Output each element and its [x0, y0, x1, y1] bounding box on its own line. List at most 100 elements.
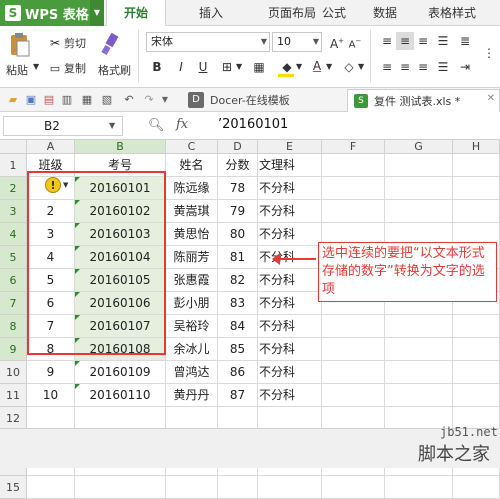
- cell-d8[interactable]: 84: [218, 315, 258, 338]
- column-header-h[interactable]: H: [453, 140, 500, 154]
- cell-d4[interactable]: 80: [218, 223, 258, 246]
- indent-icon[interactable]: ⇥: [456, 58, 474, 76]
- cell-e8[interactable]: 不分科: [258, 315, 322, 338]
- cell-b3[interactable]: 20160102: [75, 200, 166, 223]
- chevron-down-icon[interactable]: ▼: [90, 0, 104, 26]
- cell-a1[interactable]: 班级: [27, 154, 75, 177]
- cell-g9[interactable]: [385, 338, 453, 361]
- cell-a9[interactable]: 8: [27, 338, 75, 361]
- clear-dropdown-icon[interactable]: ▼: [358, 62, 364, 71]
- row-header-12[interactable]: 12: [0, 407, 27, 430]
- cell-a5[interactable]: 4: [27, 246, 75, 269]
- cell-b9[interactable]: 20160108: [75, 338, 166, 361]
- column-header-e[interactable]: E: [258, 140, 322, 154]
- format-brush-icon[interactable]: [98, 32, 126, 56]
- row-header-2[interactable]: 2: [0, 177, 27, 200]
- cell-f1[interactable]: [322, 154, 385, 177]
- export-pdf-icon[interactable]: ▤: [42, 93, 56, 107]
- underline-button[interactable]: U: [194, 58, 212, 76]
- cell-e3[interactable]: 不分科: [258, 200, 322, 223]
- cell-g2[interactable]: [385, 177, 453, 200]
- cell-f12[interactable]: [322, 407, 385, 430]
- cell-h2[interactable]: [453, 177, 500, 200]
- spellcheck-icon[interactable]: ▧: [100, 93, 114, 107]
- shrink-font-button[interactable]: A−: [346, 32, 364, 50]
- cell-a6[interactable]: 5: [27, 269, 75, 292]
- cell-e9[interactable]: 不分科: [258, 338, 322, 361]
- cell-d12[interactable]: [218, 407, 258, 430]
- print-icon[interactable]: ▥: [60, 93, 74, 107]
- cell-d15[interactable]: [218, 476, 258, 499]
- cell-b12[interactable]: [75, 407, 166, 430]
- cell-d10[interactable]: 86: [218, 361, 258, 384]
- row-header-6[interactable]: 6: [0, 269, 27, 292]
- cell-f10[interactable]: [322, 361, 385, 384]
- column-header-a[interactable]: A: [27, 140, 75, 154]
- cell-g8[interactable]: [385, 315, 453, 338]
- formula-input[interactable]: ’20160101: [218, 117, 288, 132]
- warning-icon[interactable]: !: [45, 177, 61, 193]
- close-icon[interactable]: ✕: [487, 93, 495, 104]
- cell-f2[interactable]: [322, 177, 385, 200]
- cell-b6[interactable]: 20160105: [75, 269, 166, 292]
- cell-g3[interactable]: [385, 200, 453, 223]
- cell-g10[interactable]: [385, 361, 453, 384]
- name-box[interactable]: B2: [3, 116, 123, 136]
- clear-format-icon[interactable]: ◇: [340, 58, 358, 76]
- cell-d9[interactable]: 85: [218, 338, 258, 361]
- cell-a15[interactable]: [27, 476, 75, 499]
- row-header-5[interactable]: 5: [0, 246, 27, 269]
- column-header-d[interactable]: D: [218, 140, 258, 154]
- border-dropdown-icon[interactable]: ▼: [236, 62, 242, 71]
- cell-h15[interactable]: [453, 476, 500, 499]
- name-box-dropdown-icon[interactable]: ▼: [109, 121, 115, 130]
- chevron-down-icon[interactable]: ▼: [158, 93, 172, 107]
- cell-b8[interactable]: 20160107: [75, 315, 166, 338]
- cell-e11[interactable]: 不分科: [258, 384, 322, 407]
- font-color-dropdown-icon[interactable]: ▼: [326, 62, 332, 71]
- cell-d5[interactable]: 81: [218, 246, 258, 269]
- column-header-b[interactable]: B: [75, 140, 166, 154]
- cell-b10[interactable]: 20160109: [75, 361, 166, 384]
- cell-f15[interactable]: [322, 476, 385, 499]
- tab-file-workbook[interactable]: S 复件 测试表.xls * ✕: [347, 89, 500, 112]
- cell-d11[interactable]: 87: [218, 384, 258, 407]
- cell-h9[interactable]: [453, 338, 500, 361]
- column-header-f[interactable]: F: [322, 140, 385, 154]
- paste-label[interactable]: 粘贴: [6, 62, 28, 78]
- cell-d7[interactable]: 83: [218, 292, 258, 315]
- warning-dropdown-icon[interactable]: ▼: [63, 181, 68, 189]
- cell-a12[interactable]: [27, 407, 75, 430]
- border-icon[interactable]: ⊞: [218, 58, 236, 76]
- cell-c9[interactable]: 余冰儿: [166, 338, 218, 361]
- more-icon[interactable]: ⋮: [480, 44, 498, 62]
- cell-c11[interactable]: 黄丹丹: [166, 384, 218, 407]
- row-header-3[interactable]: 3: [0, 200, 27, 223]
- row-header-8[interactable]: 8: [0, 315, 27, 338]
- cell-g1[interactable]: [385, 154, 453, 177]
- italic-button[interactable]: I: [172, 58, 190, 76]
- align-left-icon[interactable]: ≡: [378, 58, 396, 76]
- cell-a4[interactable]: 3: [27, 223, 75, 246]
- preview-icon[interactable]: ▦: [80, 93, 94, 107]
- cell-g15[interactable]: [385, 476, 453, 499]
- paste-dropdown-icon[interactable]: ▼: [33, 62, 39, 71]
- cell-a10[interactable]: 9: [27, 361, 75, 384]
- cell-e10[interactable]: 不分科: [258, 361, 322, 384]
- cell-h1[interactable]: [453, 154, 500, 177]
- cell-e15[interactable]: [258, 476, 322, 499]
- column-header-g[interactable]: G: [385, 140, 453, 154]
- format-painter-label[interactable]: 格式刷: [98, 62, 131, 78]
- tab-docer-templates[interactable]: D Docer-在线模板: [182, 89, 347, 111]
- cell-f3[interactable]: [322, 200, 385, 223]
- cell-c8[interactable]: 吴裕玲: [166, 315, 218, 338]
- function-icon[interactable]: fx: [176, 117, 188, 132]
- cell-e7[interactable]: 不分科: [258, 292, 322, 315]
- cut-button[interactable]: ✂ 剪切: [46, 34, 106, 52]
- align-middle-icon[interactable]: ≡: [396, 32, 414, 50]
- cell-b7[interactable]: 20160106: [75, 292, 166, 315]
- cell-h8[interactable]: [453, 315, 500, 338]
- cell-e4[interactable]: 不分科: [258, 223, 322, 246]
- cell-d2[interactable]: 78: [218, 177, 258, 200]
- copy-button[interactable]: ▭ 复制: [46, 60, 96, 76]
